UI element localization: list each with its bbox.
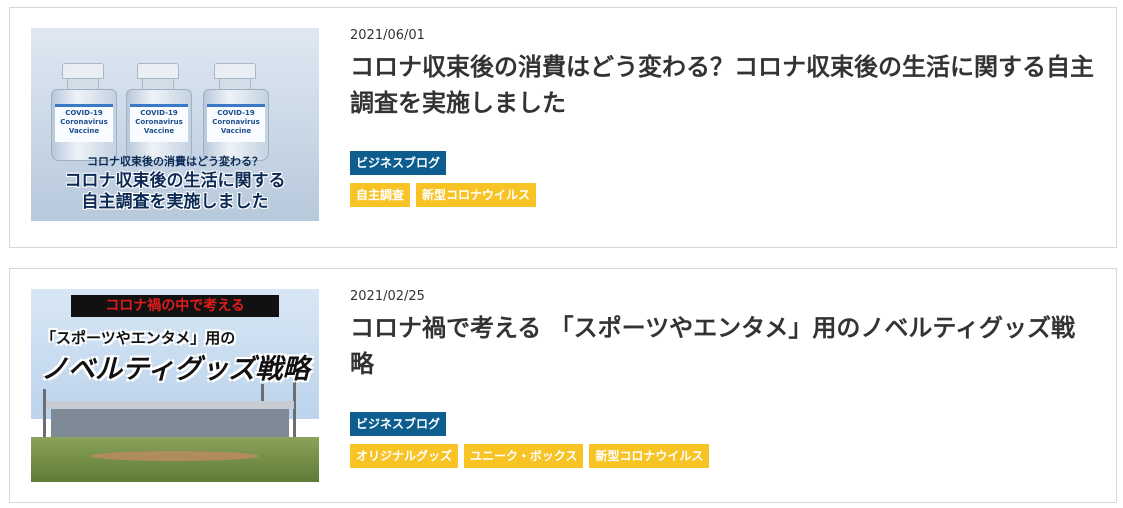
vaccine-vial-image: COVID-19 Coronavirus Vaccine xyxy=(126,63,192,161)
stadium-stands xyxy=(51,409,289,437)
stadium-light xyxy=(43,389,46,439)
category-badge[interactable]: ビジネスブログ xyxy=(350,151,447,175)
post-title-link[interactable]: コロナ収束後の消費はどう変わる？コロナ収束後の生活に関する自主調査を実施しました xyxy=(350,49,1095,121)
tag-link[interactable]: オリジナルグッズ xyxy=(350,444,459,468)
tag-link[interactable]: ユニーク・ボックス xyxy=(464,444,584,468)
tag-link[interactable]: 自主調査 xyxy=(350,183,411,207)
thumbnail-caption: コロナ収束後の消費はどう変わる？ コロナ収束後の生活に関する 自主調査を実施しま… xyxy=(64,155,286,212)
post-title-link[interactable]: コロナ禍で考える 「スポーツやエンタメ」用のノベルティグッズ戦略 xyxy=(350,310,1095,382)
tag-link[interactable]: 新型コロナウイルス xyxy=(589,444,710,468)
thumbnail-caption: 「スポーツやエンタメ」用の xyxy=(41,329,236,347)
stadium-roof xyxy=(46,401,294,409)
post-card[interactable]: コロナ禍の中で考える 「スポーツやエンタメ」用の ノベルティグッズ戦略 2021… xyxy=(9,268,1117,503)
infield-dirt xyxy=(91,451,259,461)
vaccine-vial-image: COVID-19 Coronavirus Vaccine xyxy=(51,63,117,161)
category-badge[interactable]: ビジネスブログ xyxy=(350,412,447,436)
post-date: 2021/06/01 xyxy=(350,28,425,43)
post-thumbnail[interactable]: COVID-19 Coronavirus Vaccine COVID-19 Co… xyxy=(31,28,319,221)
post-card[interactable]: COVID-19 Coronavirus Vaccine COVID-19 Co… xyxy=(9,7,1117,248)
thumbnail-banner: コロナ禍の中で考える xyxy=(71,295,279,317)
post-tags: ビジネスブログ オリジナルグッズ ユニーク・ボックス 新型コロナウイルス xyxy=(350,412,1090,476)
thumbnail-caption: ノベルティグッズ戦略 xyxy=(41,354,310,385)
tag-link[interactable]: 新型コロナウイルス xyxy=(416,183,537,207)
post-date: 2021/02/25 xyxy=(350,289,425,304)
post-thumbnail[interactable]: コロナ禍の中で考える 「スポーツやエンタメ」用の ノベルティグッズ戦略 xyxy=(31,289,319,482)
post-tags: ビジネスブログ 自主調査 新型コロナウイルス xyxy=(350,151,1090,215)
stadium-light xyxy=(293,381,296,439)
vaccine-vial-image: COVID-19 Coronavirus Vaccine xyxy=(203,63,269,161)
